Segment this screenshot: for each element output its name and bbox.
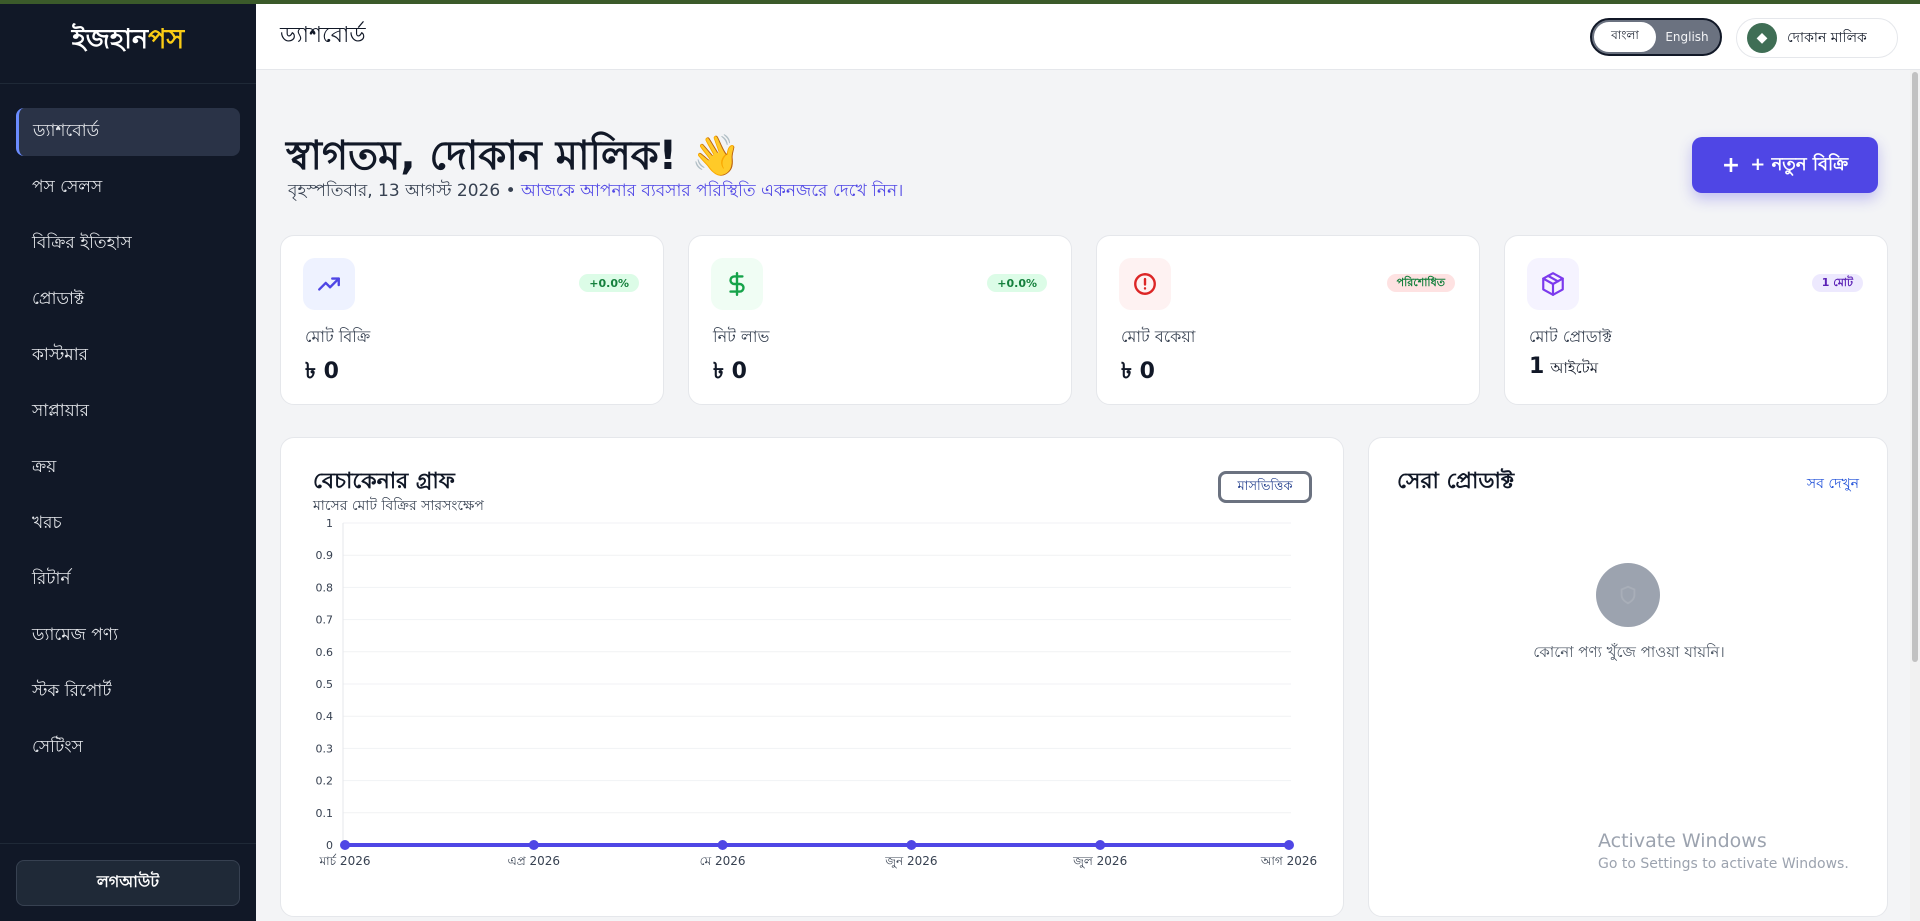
diamond-icon: ◆ (1747, 23, 1777, 53)
y-tick-label: 0 (326, 839, 333, 852)
stat-label: মোট বকেয়া (1121, 327, 1196, 346)
sidebar-item-suppliers[interactable]: সাপ্লায়ার (16, 388, 240, 436)
sidebar-item-returns[interactable]: রিটার্ন (16, 556, 240, 604)
user-menu[interactable]: ◆ দোকান মালিক (1736, 18, 1898, 58)
stat-label: মোট প্রোডাক্ট (1529, 327, 1612, 346)
y-tick-label: 0.8 (316, 581, 334, 594)
sidebar-item-damaged-products[interactable]: ড্যামেজ পণ্য (16, 612, 240, 660)
sidebar-item-pos-sales[interactable]: পস সেলস (16, 164, 240, 212)
logout-button[interactable]: লগআউট (16, 859, 240, 906)
y-tick-label: 0.6 (316, 646, 334, 659)
stat-value-number: 1 (1529, 354, 1545, 379)
stat-unit: আইটেম (1550, 359, 1599, 377)
y-tick-label: 0.2 (316, 775, 334, 788)
lang-option-english[interactable]: English (1656, 22, 1718, 52)
stat-card-total-sales[interactable]: +0.0% মোট বিক্রি ৳ 0 (280, 235, 664, 405)
stat-value: ৳ 0 (713, 354, 747, 391)
stat-value-number: ৳ 0 (305, 359, 339, 384)
scrollbar-thumb[interactable] (1912, 72, 1918, 662)
main-scrollbar[interactable] (1910, 70, 1920, 921)
sidebar-item-expenses[interactable]: খরচ (16, 500, 240, 548)
x-tick-label: জুল 2026 (1072, 854, 1127, 869)
y-tick-label: 0.9 (316, 549, 334, 562)
dollar-icon (711, 258, 763, 310)
shield-icon (1596, 563, 1660, 627)
windows-activation-watermark: Activate Windows Go to Settings to activ… (1598, 830, 1849, 872)
sidebar-item-purchases[interactable]: ক্রয় (16, 444, 240, 492)
sidebar-item-settings[interactable]: সেটিংস (16, 724, 240, 772)
brand-logo[interactable]: ইজহান পস (0, 0, 256, 84)
box-icon (1527, 258, 1579, 310)
stat-label: নিট লাভ (713, 327, 770, 346)
y-tick-label: 0.4 (316, 710, 334, 723)
trending-up-icon (303, 258, 355, 310)
new-sale-label: + নতুন বিক্রি (1750, 153, 1849, 175)
sidebar: ইজহান পস ড্যাশবোর্ড পস সেলস বিক্রির ইতিহা… (0, 0, 256, 921)
empty-state-text: কোনো পণ্য খুঁজে পাওয়া যায়নি। (1533, 643, 1725, 661)
top-products-title: সেরা প্রোডাক্ট (1397, 469, 1515, 494)
sidebar-item-products[interactable]: প্রোডাক্ট (16, 276, 240, 324)
stat-card-net-profit[interactable]: +0.0% নিট লাভ ৳ 0 (688, 235, 1072, 405)
brand-name-part1: ইজহান (71, 24, 149, 55)
new-sale-button[interactable]: + + নতুন বিক্রি (1692, 137, 1878, 193)
data-point (1095, 840, 1106, 850)
stat-badge: +0.0% (987, 274, 1047, 292)
y-tick-label: 0.1 (316, 807, 334, 820)
x-tick-label: জুন 2026 (884, 854, 937, 869)
sidebar-nav: ড্যাশবোর্ড পস সেলস বিক্রির ইতিহাস প্রোডা… (0, 84, 256, 772)
welcome-hint: আজকে আপনার ব্যবসার পরিস্থিতি একনজরে দেখে… (521, 181, 904, 201)
y-tick-label: 0.5 (316, 678, 334, 691)
top-header: ড্যাশবোর্ড বাংলা English ◆ দোকান মালিক (256, 4, 1920, 70)
stat-value: ৳ 0 (305, 354, 339, 391)
brand-name-part2: পস (148, 24, 185, 55)
main-content: স্বাগতম, দোকান মালিক! 👋 বৃহস্পতিবার, 13 … (256, 70, 1906, 921)
stat-badge: 1 মোট (1811, 274, 1863, 292)
plus-icon: + (1721, 152, 1741, 178)
lang-option-bangla[interactable]: বাংলা (1594, 22, 1656, 52)
stat-value-number: ৳ 0 (1121, 359, 1155, 384)
stat-value: 1 আইটেম (1529, 354, 1598, 382)
data-point (528, 840, 539, 850)
stat-card-total-products[interactable]: 1 মোট মোট প্রোডাক্ট 1 আইটেম (1504, 235, 1888, 405)
language-toggle[interactable]: বাংলা English (1590, 18, 1722, 56)
see-all-link[interactable]: সব দেখুন (1807, 472, 1859, 496)
x-tick-label: আগ 2026 (1260, 854, 1317, 868)
y-tick-label: 0.3 (316, 742, 334, 755)
alert-icon (1119, 258, 1171, 310)
sidebar-item-stock-report[interactable]: স্টক রিপোর্ট (16, 668, 240, 716)
data-point (1284, 840, 1294, 850)
user-name: দোকান মালিক (1787, 30, 1867, 46)
top-accent-line (0, 0, 1920, 4)
x-tick-label: এপ্র 2026 (508, 854, 560, 868)
sales-chart-card: বেচাকেনার গ্রাফ মাসের মোট বিক্রির সারসংক… (280, 437, 1344, 917)
sidebar-item-sales-history[interactable]: বিক্রির ইতিহাস (16, 220, 240, 268)
stat-badge: পরিশোধিত (1386, 274, 1455, 292)
x-tick-label: মে 2026 (700, 854, 746, 868)
watermark-line1: Activate Windows (1598, 830, 1767, 852)
stats-row: +0.0% মোট বিক্রি ৳ 0 +0.0% নিট লাভ ৳ 0 প… (280, 235, 1890, 405)
page-title: ড্যাশবোর্ড (280, 23, 366, 48)
stat-badge: +0.0% (579, 274, 639, 292)
data-point (717, 840, 728, 850)
y-tick-label: 1 (326, 517, 333, 530)
current-date: বৃহস্পতিবার, 13 আগস্ট 2026 • (288, 181, 516, 201)
sidebar-item-customers[interactable]: কাস্টমার (16, 332, 240, 380)
x-tick-label: মার্চ 2026 (319, 854, 371, 868)
stat-value: ৳ 0 (1121, 354, 1155, 391)
stat-card-total-due[interactable]: পরিশোধিত মোট বকেয়া ৳ 0 (1096, 235, 1480, 405)
stat-label: মোট বিক্রি (305, 327, 371, 346)
watermark-line2: Go to Settings to activate Windows. (1598, 856, 1849, 872)
y-tick-label: 0.7 (316, 614, 334, 627)
sidebar-item-dashboard[interactable]: ড্যাশবোর্ড (16, 108, 240, 156)
stat-value-number: ৳ 0 (713, 359, 747, 384)
logout-area: লগআউট (0, 843, 256, 921)
data-point (906, 840, 917, 850)
welcome-subline: বৃহস্পতিবার, 13 আগস্ট 2026 • আজকে আপনার … (288, 178, 903, 206)
sales-line-chart: 0 0.1 0.2 0.3 0.4 0.5 0.6 0.7 0.8 0.9 1 মার্চ 2026 এ… (316, 517, 1318, 869)
data-point (340, 840, 350, 850)
